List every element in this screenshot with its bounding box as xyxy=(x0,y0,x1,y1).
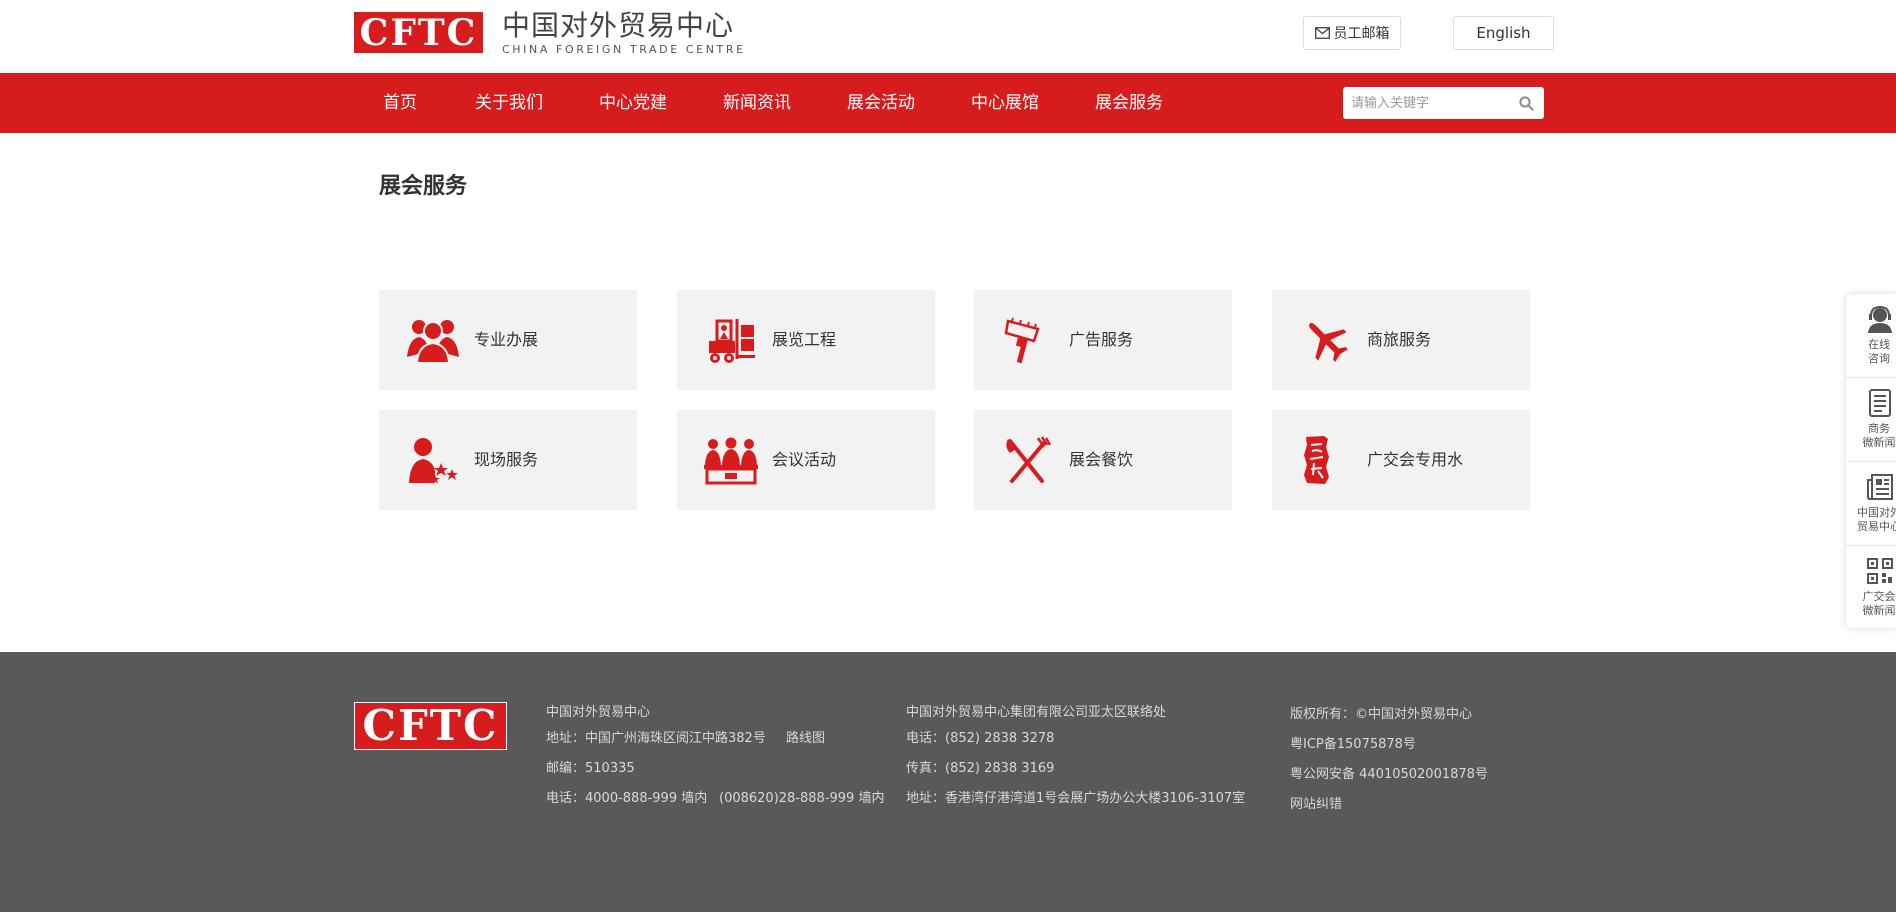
nav-item-services[interactable]: 展会服务 xyxy=(1095,73,1163,133)
service-card-onsite[interactable]: 现场服务 xyxy=(379,410,637,510)
service-card-canton-fair-water[interactable]: 广交会专用水 xyxy=(1272,410,1530,510)
card-label: 商旅服务 xyxy=(1367,330,1432,349)
nav-item-venues[interactable]: 中心展馆 xyxy=(971,73,1039,133)
sidebar-item-label: 商务 微新闻 xyxy=(1862,422,1896,449)
logo-text: CFTC xyxy=(359,11,478,54)
staff-mail-label: 员工邮箱 xyxy=(1333,26,1390,42)
water-seal-icon xyxy=(1304,436,1329,484)
footer-address: 地址：中国广州海珠区阅江中路382号 xyxy=(546,731,766,746)
footer-copyright: 版权所有：©中国对外贸易中心 xyxy=(1290,707,1473,722)
logo-english-name: CHINA FOREIGN TRADE CENTRE xyxy=(502,43,746,56)
sidebar-item-business-news[interactable]: 商务 微新闻 xyxy=(1846,378,1896,462)
page-title: 展会服务 xyxy=(379,174,468,199)
footer-logo-text: CFTC xyxy=(362,701,499,750)
service-card-catering[interactable]: 展会餐饮 xyxy=(974,410,1232,510)
sidebar-item-label: 在线 咨询 xyxy=(1868,338,1890,365)
search-icon xyxy=(1518,95,1534,111)
service-card-engineering[interactable]: 展览工程 xyxy=(677,290,935,390)
footer-police-link[interactable]: 粤公网安备 44010502001878号 xyxy=(1290,763,1488,782)
footer-hk-fax: 传真：(852) 2838 3169 xyxy=(906,761,1055,776)
site-header: CFTC 中国对外贸易中心 CHINA FOREIGN TRADE CENTRE… xyxy=(0,0,1896,73)
service-card-advertising[interactable]: 广告服务 xyxy=(974,290,1232,390)
footer-report-link[interactable]: 网站纠错 xyxy=(1290,793,1342,812)
meeting-icon xyxy=(704,437,758,485)
card-label: 展览工程 xyxy=(772,330,837,349)
airplane-icon xyxy=(1309,323,1348,362)
person-stars-icon xyxy=(409,438,458,484)
footer-hk-address: 地址：香港湾仔港湾道1号会展广场办公大楼3106-3107室 xyxy=(906,791,1246,806)
footer-hk-phone: 电话：(852) 2838 3278 xyxy=(906,731,1055,746)
sidebar-item-cftc[interactable]: 中国对外 贸易中心 xyxy=(1846,462,1896,546)
main-nav: 首页 关于我们 中心党建 新闻资讯 展会活动 中心展馆 展会服务 xyxy=(0,73,1896,133)
search-box xyxy=(1343,87,1544,119)
site-footer: CFTC 中国对外贸易中心 地址：中国广州海珠区阅江中路382号 路线图 邮编：… xyxy=(0,652,1896,912)
footer-phone-2: (008620)28-888-999 墙内 xyxy=(719,791,885,806)
card-label: 展会餐饮 xyxy=(1069,450,1134,469)
customer-service-icon xyxy=(1868,305,1892,333)
floating-sidebar: 在线 咨询 商务 微新闻 中国对外 贸易中心 广交会 微新闻 xyxy=(1846,294,1896,628)
sidebar-item-online-consult[interactable]: 在线 咨询 xyxy=(1846,294,1896,378)
sidebar-item-label: 广交会 微新闻 xyxy=(1862,590,1896,617)
search-button[interactable] xyxy=(1514,91,1538,115)
nav-item-party[interactable]: 中心党建 xyxy=(599,73,667,133)
nav-item-news[interactable]: 新闻资讯 xyxy=(723,73,791,133)
nav-item-about[interactable]: 关于我们 xyxy=(475,73,543,133)
search-input[interactable] xyxy=(1343,87,1513,119)
card-label: 会议活动 xyxy=(772,450,837,469)
service-card-exhibition[interactable]: 专业办展 xyxy=(379,290,637,390)
card-label: 广交会专用水 xyxy=(1367,450,1464,469)
card-label: 广告服务 xyxy=(1069,330,1134,349)
cftc-logo[interactable]: CFTC xyxy=(354,12,483,53)
service-card-meetings[interactable]: 会议活动 xyxy=(677,410,935,510)
nav-item-events[interactable]: 展会活动 xyxy=(847,73,915,133)
card-label: 现场服务 xyxy=(474,450,539,469)
service-card-business-travel[interactable]: 商旅服务 xyxy=(1272,290,1530,390)
sidebar-item-label: 中国对外 贸易中心 xyxy=(1857,506,1896,533)
newspaper-icon xyxy=(1867,474,1893,500)
fork-knife-icon xyxy=(1006,436,1052,483)
footer-hk-office-name: 中国对外贸易中心集团有限公司亚太区联络处 xyxy=(906,705,1167,720)
staff-mail-button[interactable]: 员工邮箱 xyxy=(1303,16,1401,50)
logo-chinese-name: 中国对外贸易中心 xyxy=(502,9,735,42)
footer-logo[interactable]: CFTC xyxy=(354,702,507,750)
footer-icp-link[interactable]: 粤ICP备15075878号 xyxy=(1290,733,1416,752)
footer-route-link[interactable]: 路线图 xyxy=(786,727,825,746)
nav-item-home[interactable]: 首页 xyxy=(383,73,417,133)
footer-phone: 电话：4000-888-999 墙内 xyxy=(546,791,708,806)
envelope-icon xyxy=(1314,27,1330,39)
people-group-icon xyxy=(407,320,459,364)
forklift-icon xyxy=(709,319,755,363)
footer-postcode: 邮编：510335 xyxy=(546,761,635,776)
paint-brush-icon xyxy=(1004,317,1040,364)
news-icon xyxy=(1869,389,1891,417)
sidebar-item-canton-fair-news[interactable]: 广交会 微新闻 xyxy=(1846,546,1896,628)
qrcode-icon xyxy=(1867,558,1893,584)
english-label: English xyxy=(1476,24,1531,42)
card-label: 专业办展 xyxy=(474,330,539,349)
english-button[interactable]: English xyxy=(1453,16,1554,50)
footer-org-name: 中国对外贸易中心 xyxy=(546,705,651,720)
